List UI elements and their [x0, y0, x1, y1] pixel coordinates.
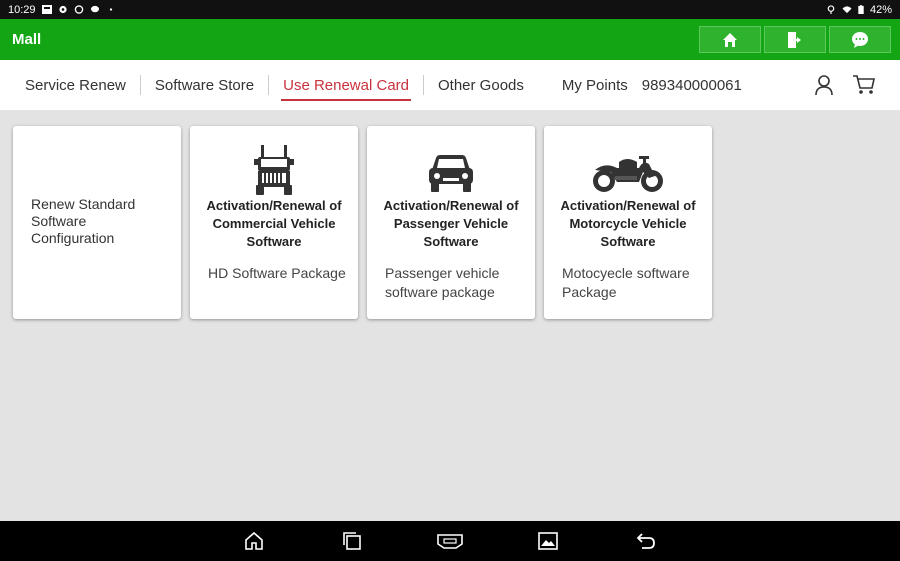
battery-icon: [858, 5, 864, 14]
tab-use-renewal-card[interactable]: Use Renewal Card: [269, 60, 423, 110]
dot-icon: [109, 8, 112, 11]
chat-button[interactable]: [829, 26, 891, 53]
truck-icon: [254, 145, 294, 195]
mall-nav: Service Renew Software Store Use Renewal…: [0, 60, 900, 110]
app-header: Mall: [0, 19, 900, 60]
system-nav-bar: [0, 521, 900, 561]
notification-icon: [41, 5, 52, 14]
settings-icon: [58, 5, 67, 14]
wifi-icon: [842, 6, 852, 14]
cart-icon[interactable]: [852, 74, 876, 96]
card-title: Activation/Renewal of Commercial Vehicle…: [206, 198, 342, 249]
commercial-vehicle-card[interactable]: Activation/Renewal of Commercial Vehicle…: [190, 126, 358, 319]
home-button[interactable]: [699, 26, 761, 53]
vci-icon: [437, 534, 463, 549]
passenger-vehicle-card[interactable]: Activation/Renewal of Passenger Vehicle …: [367, 126, 535, 319]
tab-service-renew[interactable]: Service Renew: [0, 60, 140, 110]
battery-level: 42%: [869, 3, 892, 16]
exit-icon: [788, 31, 801, 48]
my-points-link[interactable]: My Points: [562, 77, 628, 94]
tab-software-store[interactable]: Software Store: [141, 60, 268, 110]
gallery-icon: [538, 532, 558, 550]
app-status-icon: [74, 5, 83, 14]
renewal-card-grid: Renew Standard Software Configuration Ac…: [13, 126, 712, 319]
vci-button[interactable]: [436, 529, 464, 553]
card-title: Activation/Renewal of Motorcycle Vehicle…: [560, 198, 696, 249]
motorcycle-card[interactable]: Activation/Renewal of Motorcycle Vehicle…: [544, 126, 712, 319]
chat-icon: [852, 31, 868, 48]
status-bar: 10:29 42%: [0, 0, 900, 19]
system-home-button[interactable]: [240, 529, 268, 553]
message-status-icon: [90, 5, 99, 13]
renew-standard-card[interactable]: Renew Standard Software Configuration: [13, 126, 181, 319]
user-id: 989340000061: [641, 76, 742, 94]
card-description: Passenger vehicle software package: [385, 265, 500, 300]
recent-apps-icon: [343, 532, 361, 550]
recent-apps-button[interactable]: [338, 529, 366, 553]
card-title: Renew Standard Software Configuration: [31, 196, 136, 246]
app-title: Mall: [12, 31, 42, 48]
card-description: HD Software Package: [208, 265, 346, 281]
screenshot-button[interactable]: [534, 529, 562, 553]
back-icon: [636, 533, 655, 549]
home-icon: [723, 32, 737, 47]
motorcycle-icon: [593, 156, 663, 192]
car-icon: [429, 155, 473, 192]
card-description: Motocyecle software Package: [562, 265, 690, 300]
tab-other-goods[interactable]: Other Goods: [424, 60, 538, 110]
user-icon[interactable]: [814, 74, 834, 96]
home-outline-icon: [245, 531, 263, 550]
card-title: Activation/Renewal of Passenger Vehicle …: [383, 198, 519, 249]
back-button[interactable]: [632, 529, 660, 553]
status-time: 10:29: [8, 3, 36, 16]
location-icon: [827, 5, 835, 14]
exit-button[interactable]: [764, 26, 826, 53]
